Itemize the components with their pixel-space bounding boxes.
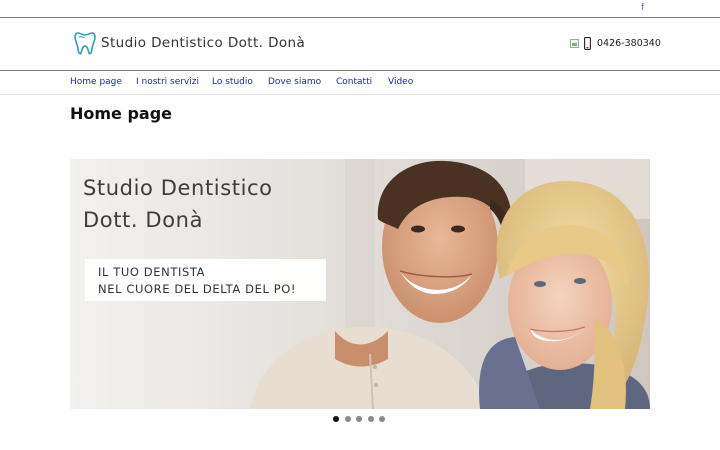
broken-image-icon [570, 38, 579, 48]
nav-item-home[interactable]: Home page [70, 77, 122, 87]
main-nav: Home page I nostri servizi Lo studio Dov… [0, 71, 720, 95]
site-title[interactable]: Studio Dentistico Dott. Donà [101, 35, 305, 51]
mobile-phone-icon [584, 36, 591, 50]
slider-dot-4[interactable] [367, 416, 374, 422]
slide-tagline-line1: IL TUO DENTISTA [98, 265, 206, 279]
slide-title-line1: Studio Dentistico [83, 176, 273, 200]
nav-item-studio[interactable]: Lo studio [212, 77, 253, 87]
slider-dot-2[interactable] [344, 416, 351, 422]
facebook-link[interactable]: f [641, 3, 644, 13]
site-header: Studio Dentistico Dott. Donà 0426-380340 [0, 18, 720, 71]
nav-item-contatti[interactable]: Contatti [336, 77, 372, 87]
slide-tagline-box: IL TUO DENTISTA NEL CUORE DEL DELTA DEL … [85, 259, 326, 301]
slide-tagline-line2: NEL CUORE DEL DELTA DEL PO! [98, 282, 297, 296]
nav-item-servizi[interactable]: I nostri servizi [136, 77, 199, 87]
nav-item-dove-siamo[interactable]: Dove siamo [268, 77, 321, 87]
slide-title-line2: Dott. Donà [83, 208, 204, 232]
phone-contact: 0426-380340 [570, 36, 661, 50]
slider-dot-3[interactable] [356, 416, 362, 422]
page-title: Home page [70, 104, 173, 123]
tooth-logo-icon[interactable] [74, 30, 96, 56]
slider-dot-1[interactable] [333, 416, 339, 422]
slider-dot-5[interactable] [379, 416, 385, 422]
phone-number[interactable]: 0426-380340 [597, 38, 661, 49]
nav-item-video[interactable]: Video [388, 77, 413, 87]
slider-pagination [333, 416, 391, 424]
hero-slider[interactable]: Studio Dentistico Dott. Donà IL TUO DENT… [70, 159, 650, 409]
top-bar: f [0, 0, 720, 18]
